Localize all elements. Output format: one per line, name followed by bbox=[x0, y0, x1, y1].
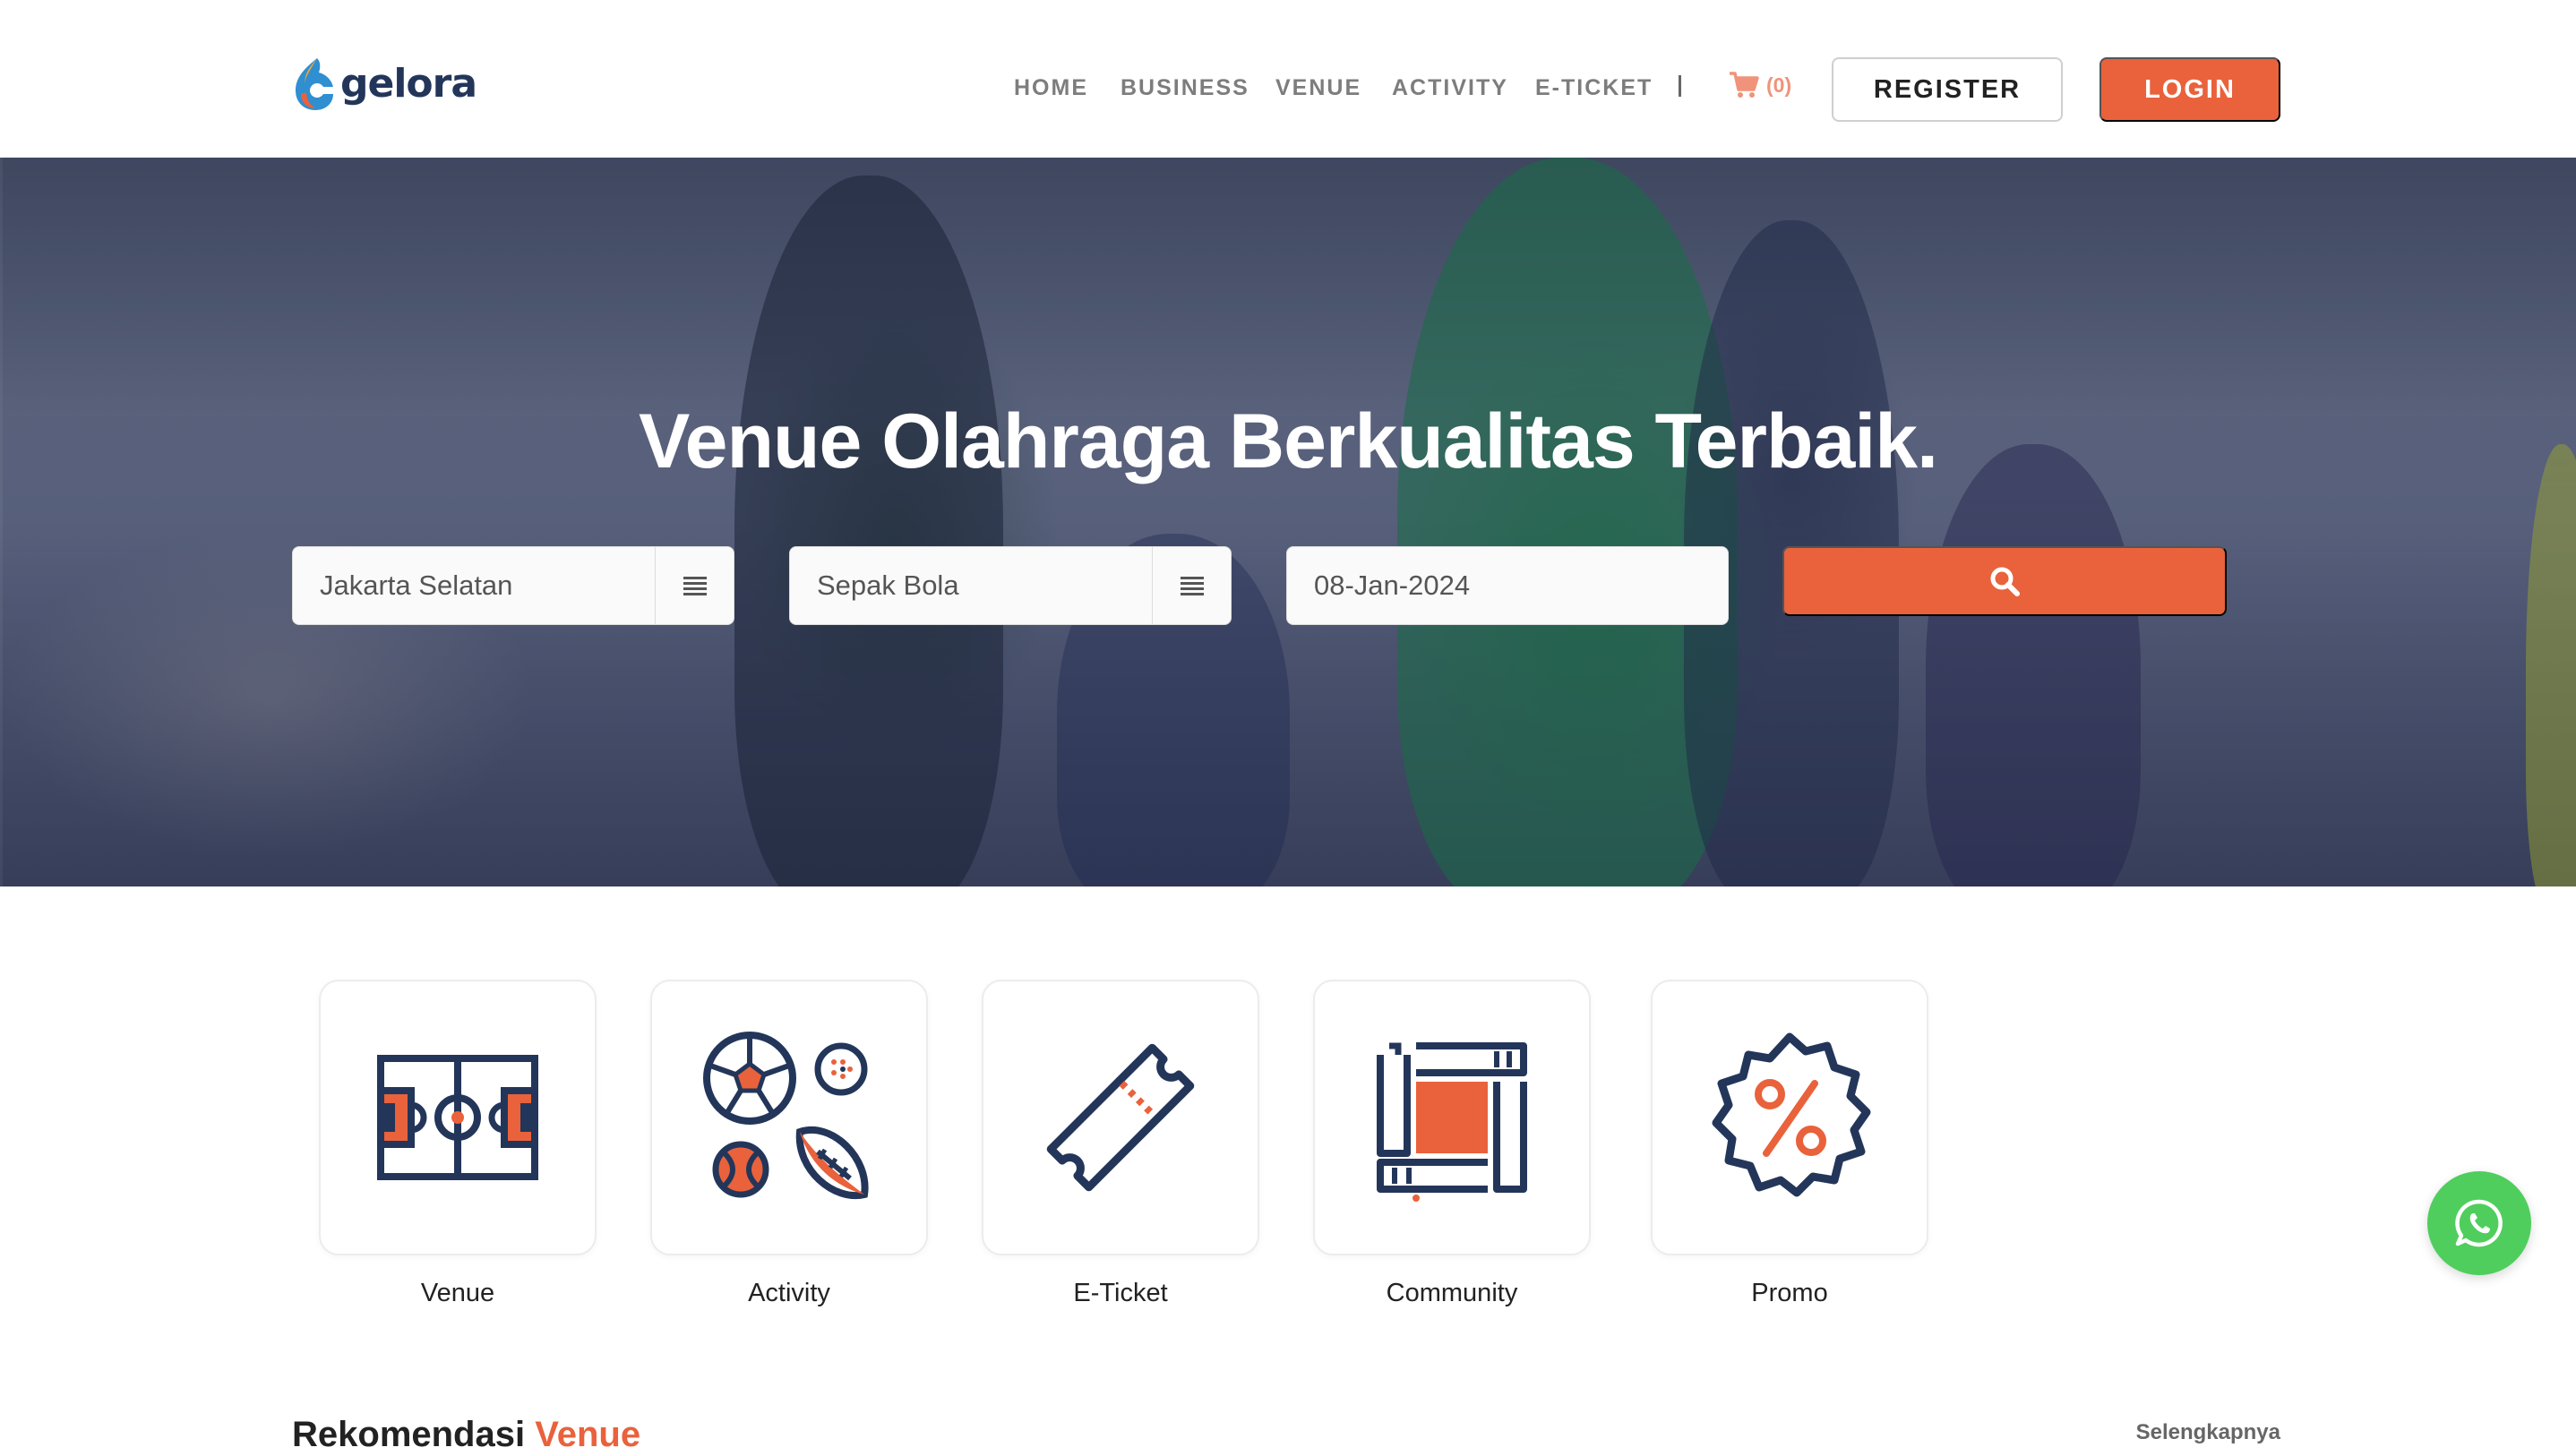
location-list-toggle[interactable] bbox=[655, 547, 734, 624]
location-select[interactable]: Jakarta Selatan bbox=[292, 546, 734, 625]
nav-divider bbox=[1679, 75, 1681, 97]
recommendation-title-prefix: Rekomendasi bbox=[292, 1415, 526, 1454]
soccer-field-icon bbox=[377, 1055, 538, 1180]
hero-title: Venue Olahraga Berkualitas Terbaik. bbox=[639, 398, 1938, 484]
recommendation-title-accent: Venue bbox=[535, 1415, 641, 1454]
nav-eticket[interactable]: E-TICKET bbox=[1535, 75, 1653, 101]
see-more-link[interactable]: Selengkapnya bbox=[2136, 1420, 2280, 1445]
category-card[interactable] bbox=[319, 980, 597, 1255]
category-eticket[interactable]: E-Ticket bbox=[982, 980, 1259, 1308]
hero-photo-player bbox=[2526, 444, 2576, 886]
category-label: Activity bbox=[748, 1279, 830, 1307]
community-hands-icon bbox=[1377, 1042, 1527, 1202]
category-card[interactable] bbox=[650, 980, 928, 1255]
category-card[interactable] bbox=[1651, 980, 1928, 1255]
brand-logo[interactable]: gelora bbox=[290, 52, 477, 115]
promo-badge-icon bbox=[1712, 1032, 1871, 1197]
category-card[interactable] bbox=[982, 980, 1259, 1255]
cart-link[interactable]: (0) bbox=[1729, 72, 1791, 98]
list-icon bbox=[1180, 577, 1204, 595]
nav-business[interactable]: BUSINESS bbox=[1121, 75, 1249, 101]
site-header: gelora HOME BUSINESS VENUE ACTIVITY E-TI… bbox=[0, 0, 2576, 158]
category-activity[interactable]: Activity bbox=[650, 980, 928, 1308]
category-label: Community bbox=[1386, 1279, 1518, 1307]
category-label: Promo bbox=[1751, 1279, 1828, 1307]
category-promo[interactable]: Promo bbox=[1651, 980, 1928, 1308]
ticket-icon bbox=[1046, 1043, 1195, 1192]
date-value: 08-Jan-2024 bbox=[1314, 570, 1471, 601]
location-value: Jakarta Selatan bbox=[320, 570, 513, 601]
gelora-logo-icon bbox=[296, 58, 333, 110]
search-button[interactable] bbox=[1782, 546, 2227, 616]
category-card[interactable] bbox=[1313, 980, 1591, 1255]
category-venue[interactable]: Venue bbox=[319, 980, 597, 1308]
hero-photo-player bbox=[734, 176, 1003, 886]
sport-list-toggle[interactable] bbox=[1152, 547, 1231, 624]
nav-home[interactable]: HOME bbox=[1014, 75, 1088, 101]
list-icon bbox=[683, 577, 707, 595]
sport-select[interactable]: Sepak Bola bbox=[789, 546, 1232, 625]
brand-name: gelora bbox=[340, 60, 477, 107]
hero-banner: Venue Olahraga Berkualitas Terbaik. Jaka… bbox=[0, 158, 2576, 886]
login-button[interactable]: LOGIN bbox=[2099, 57, 2280, 122]
register-button[interactable]: REGISTER bbox=[1832, 57, 2063, 122]
recommendation-heading: Rekomendasi Venue bbox=[292, 1415, 640, 1455]
date-input[interactable]: 08-Jan-2024 bbox=[1286, 546, 1729, 625]
sport-value: Sepak Bola bbox=[817, 570, 959, 601]
category-community[interactable]: Community bbox=[1313, 980, 1591, 1308]
category-label: E-Ticket bbox=[1073, 1279, 1168, 1307]
nav-activity[interactable]: ACTIVITY bbox=[1392, 75, 1508, 101]
whatsapp-button[interactable] bbox=[2427, 1171, 2531, 1275]
whatsapp-icon bbox=[2455, 1199, 2503, 1247]
shopping-cart-icon bbox=[1730, 72, 1759, 98]
nav-venue[interactable]: VENUE bbox=[1275, 75, 1361, 101]
sports-balls-icon bbox=[703, 1032, 869, 1200]
hero-photo-player bbox=[1926, 444, 2141, 886]
category-label: Venue bbox=[420, 1279, 495, 1307]
cart-count: (0) bbox=[1766, 73, 1792, 97]
search-icon bbox=[1990, 567, 2020, 596]
